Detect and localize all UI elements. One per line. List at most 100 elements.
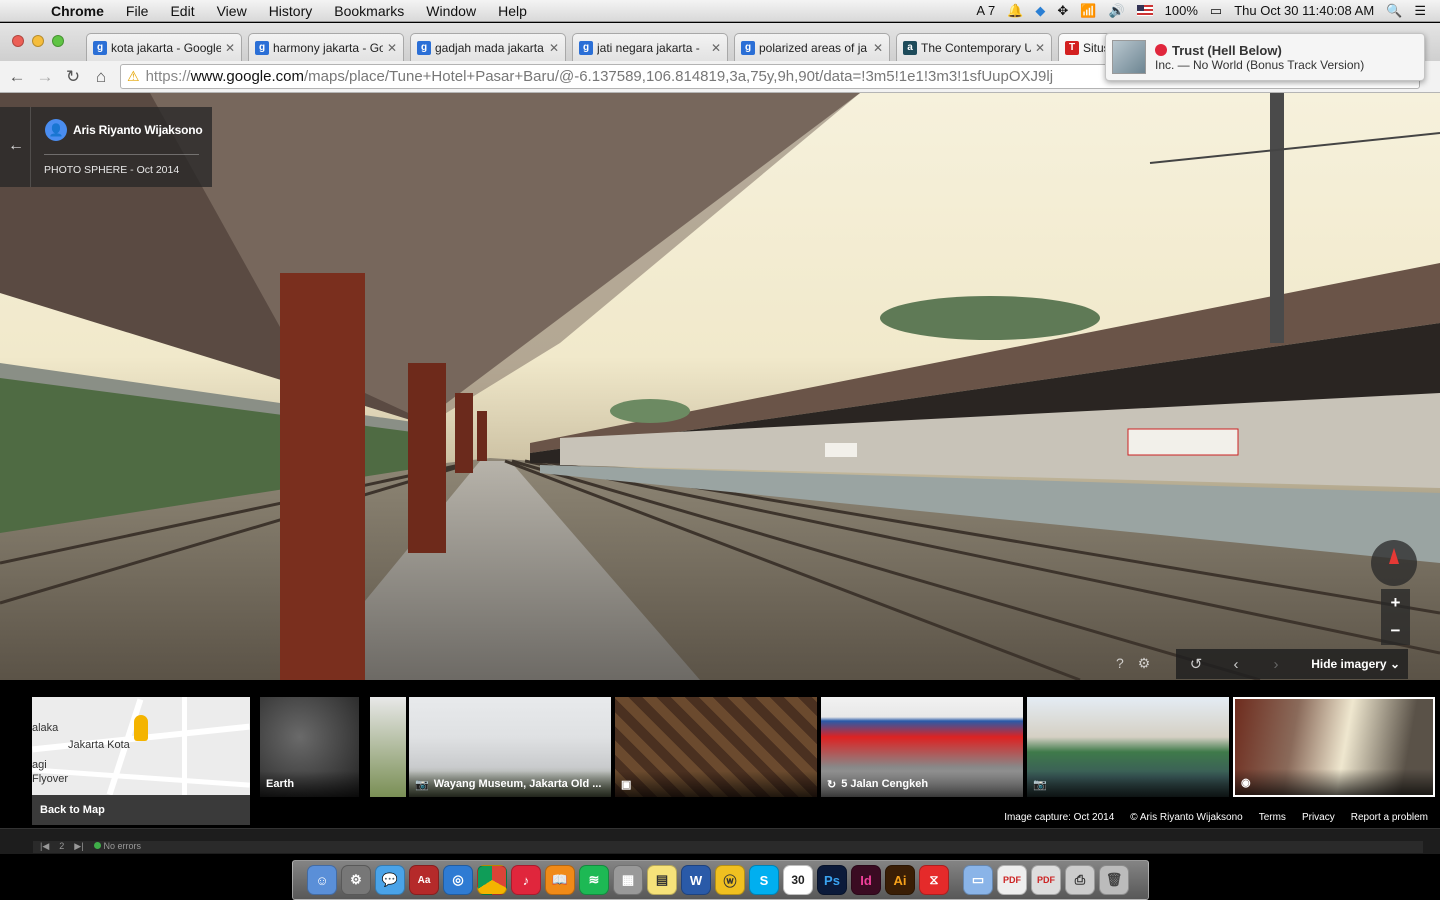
tab-title: polarized areas of ja <box>759 40 868 55</box>
wayang-museum-thumbnail[interactable]: 📷 Wayang Museum, Jakarta Old ... <box>409 697 611 797</box>
menu-file[interactable]: File <box>115 3 160 19</box>
indesign-icon[interactable]: Id <box>851 865 881 895</box>
security-warning-icon[interactable]: ⚠ <box>127 68 140 85</box>
word-icon[interactable]: W <box>681 865 711 895</box>
safari-icon[interactable]: ◎ <box>443 865 473 895</box>
tab-gadjah-mada[interactable]: g gadjah mada jakarta ✕ <box>410 33 566 61</box>
reload-icon[interactable]: ↻ <box>59 67 87 87</box>
menu-edit[interactable]: Edit <box>159 3 205 19</box>
forward-arrow-icon[interactable]: → <box>31 67 59 87</box>
pdf2-icon[interactable]: PDF <box>1031 865 1061 895</box>
minimize-window-button[interactable] <box>32 35 44 47</box>
zoom-window-button[interactable] <box>52 35 64 47</box>
tab-close-icon[interactable]: ✕ <box>873 41 883 55</box>
move-icon[interactable]: ✥ <box>1057 3 1068 19</box>
author-avatar-icon[interactable]: 👤 <box>45 119 67 141</box>
trash-icon[interactable]: 🗑 <box>1099 865 1129 895</box>
menu-bookmarks[interactable]: Bookmarks <box>323 3 415 19</box>
back-to-map-button[interactable]: Back to Map <box>32 795 250 825</box>
terms-link[interactable]: Terms <box>1259 812 1286 823</box>
photoshop-icon[interactable]: Ps <box>817 865 847 895</box>
spotify-icon[interactable]: ≋ <box>579 865 609 895</box>
settings-gear-icon[interactable]: ⚙ <box>1138 655 1151 672</box>
itunes-notification[interactable]: Trust (Hell Below) Inc. — No World (Bonu… <box>1105 33 1425 81</box>
folder-icon[interactable]: ▭ <box>963 865 993 895</box>
dropbox-icon[interactable]: ◆ <box>1035 3 1045 19</box>
rotate-icon[interactable]: ↺ <box>1176 655 1216 673</box>
tab-kota-jakarta[interactable]: g kota jakarta - Google ✕ <box>86 33 242 61</box>
pdf-icon[interactable]: PDF <box>997 865 1027 895</box>
tab-harmony-jakarta[interactable]: g harmony jakarta - Go ✕ <box>248 33 404 61</box>
chrome-icon[interactable] <box>477 865 507 895</box>
menu-view[interactable]: View <box>206 3 258 19</box>
tab-close-icon[interactable]: ✕ <box>711 41 721 55</box>
close-window-button[interactable] <box>12 35 24 47</box>
finder-icon[interactable]: ☺ <box>307 865 337 895</box>
preferences-icon[interactable]: ⚙ <box>341 865 371 895</box>
clock[interactable]: Thu Oct 30 11:40:08 AM <box>1234 3 1374 18</box>
wifi-icon[interactable]: 📶 <box>1080 3 1096 19</box>
horizontal-scrollbar[interactable] <box>33 841 1423 853</box>
pegman-icon[interactable] <box>134 715 148 741</box>
ibooks-icon[interactable]: 📖 <box>545 865 575 895</box>
notification-bell-icon[interactable]: 🔔 <box>1007 3 1023 19</box>
calculator-icon[interactable]: ▦ <box>613 865 643 895</box>
zoom-out-button[interactable]: − <box>1391 621 1401 641</box>
home-icon[interactable]: ⌂ <box>87 67 115 87</box>
adobe-status-icon[interactable]: A 7 <box>976 3 995 18</box>
menu-window[interactable]: Window <box>415 3 487 19</box>
tab-contemporary[interactable]: a The Contemporary U ✕ <box>896 33 1052 61</box>
thumbnail-caption: Earth <box>266 778 295 790</box>
battery-icon: ▭ <box>1209 2 1223 18</box>
acrobat-icon[interactable]: ⧖ <box>919 865 949 895</box>
privacy-link[interactable]: Privacy <box>1302 812 1335 823</box>
current-photo-thumbnail[interactable]: ◉ <box>1233 697 1435 797</box>
flag-icon[interactable] <box>1136 5 1153 16</box>
compass-control[interactable] <box>1371 540 1417 586</box>
itunes-icon[interactable]: ♪ <box>511 865 541 895</box>
photo-thumbnail[interactable] <box>370 697 406 797</box>
tab-close-icon[interactable]: ✕ <box>1035 41 1045 55</box>
back-arrow-icon[interactable]: ← <box>3 67 31 87</box>
gallery-thumbnail[interactable]: ▣ <box>615 697 817 797</box>
previous-chevron-icon[interactable]: ‹ <box>1216 656 1256 673</box>
help-icon[interactable]: ? <box>1116 655 1124 672</box>
dock: ☺ ⚙ 💬 Aa ◎ ♪ 📖 ≋ ▦ ▤ W ⓦ S 30 Ps Id Ai ⧖… <box>292 860 1149 900</box>
messages-icon[interactable]: 💬 <box>375 865 405 895</box>
next-chevron-icon[interactable]: › <box>1256 656 1296 673</box>
hide-imagery-button[interactable]: Hide imagery ⌄ <box>1311 657 1408 671</box>
t-icon: T <box>1065 40 1079 55</box>
calendar-day: 30 <box>791 873 805 887</box>
spotlight-icon[interactable]: 🔍 <box>1386 3 1402 19</box>
first-page-icon[interactable]: |◀ <box>40 841 49 852</box>
dictionary-icon[interactable]: Aa <box>409 865 439 895</box>
earth-thumbnail[interactable]: Earth <box>260 697 359 797</box>
skype-icon[interactable]: S <box>749 865 779 895</box>
tab-close-icon[interactable]: ✕ <box>387 41 397 55</box>
calendar-icon[interactable]: 30 <box>783 865 813 895</box>
printer-icon[interactable]: ⎙ <box>1065 865 1095 895</box>
menu-history[interactable]: History <box>258 3 324 19</box>
last-page-icon[interactable]: ▶| <box>74 841 83 852</box>
tab-polarized-areas[interactable]: g polarized areas of ja ✕ <box>734 33 890 61</box>
author-name[interactable]: Aris Riyanto Wijaksono <box>73 123 203 137</box>
map-thumbnail[interactable]: Jakarta Kota alaka agi Flyover Back to M… <box>32 697 250 825</box>
stickies-icon[interactable]: ▤ <box>647 865 677 895</box>
errors-label: No errors <box>103 841 142 851</box>
menu-help[interactable]: Help <box>487 3 538 19</box>
volume-icon[interactable]: 🔊 <box>1108 3 1124 19</box>
tab-jati-negara[interactable]: g jati negara jakarta - ✕ <box>572 33 728 61</box>
menu-chrome[interactable]: Chrome <box>40 3 115 19</box>
street-view-panorama[interactable]: ← 👤 Aris Riyanto Wijaksono PHOTO SPHERE … <box>0 93 1440 680</box>
zoom-in-button[interactable]: + <box>1391 593 1401 613</box>
jalan-cengkeh-thumbnail[interactable]: ↻ 5 Jalan Cengkeh <box>821 697 1023 797</box>
kota-tua-thumbnail[interactable]: 📷 <box>1027 697 1229 797</box>
tab-close-icon[interactable]: ✕ <box>549 41 559 55</box>
tab-close-icon[interactable]: ✕ <box>225 41 235 55</box>
report-problem-link[interactable]: Report a problem <box>1351 812 1428 823</box>
illustrator-icon[interactable]: Ai <box>885 865 915 895</box>
battery-label[interactable]: 100% <box>1165 3 1198 18</box>
reference-icon[interactable]: ⓦ <box>715 865 745 895</box>
back-arrow-icon[interactable]: ← <box>8 137 24 155</box>
notification-center-icon[interactable]: ☰ <box>1414 3 1426 19</box>
